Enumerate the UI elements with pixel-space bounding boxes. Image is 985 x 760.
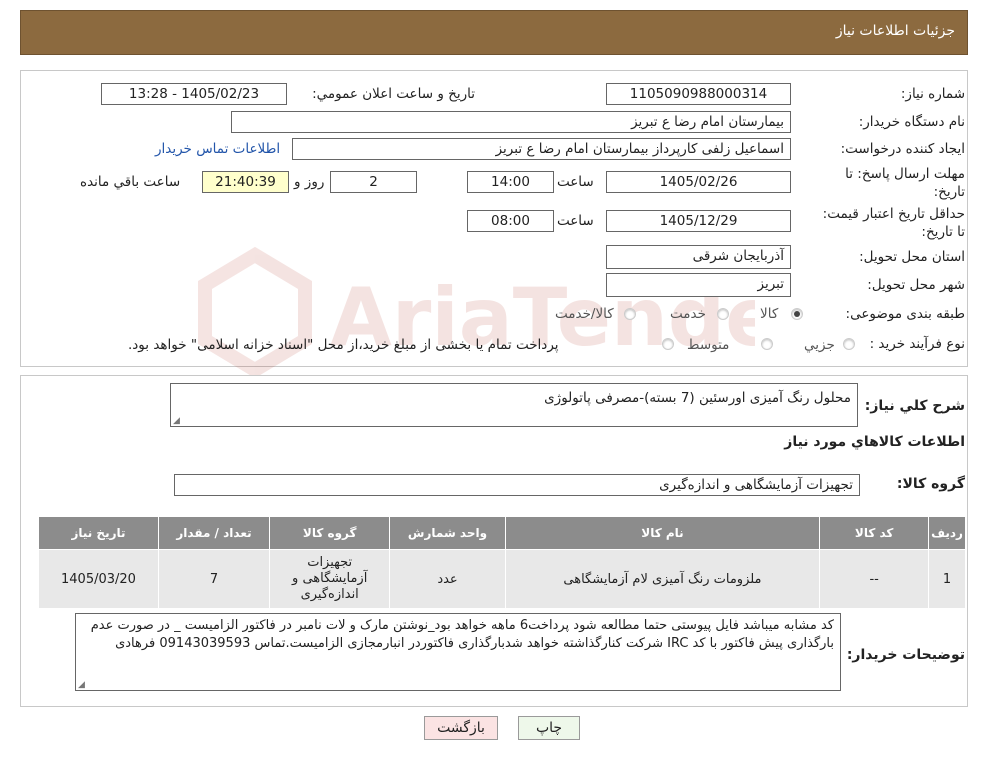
cell-date: 1405/03/20 — [38, 549, 159, 609]
buyer-notes-label: توضیحات خریدار: — [846, 647, 965, 663]
validity-label: حداقل تاریخ اعتبار قیمت: تا تاریخ: — [822, 206, 965, 240]
province-label: استان محل تحویل: — [859, 249, 965, 265]
category-radio-goods-service[interactable] — [624, 308, 636, 320]
col-group: گروه کالا — [269, 516, 391, 550]
cell-qty: 7 — [157, 549, 271, 609]
need-number-label: شماره نیاز: — [900, 86, 965, 102]
process-note: پرداخت تمام یا بخشی از مبلغ خرید،از محل … — [128, 337, 559, 353]
process-option-medium: متوسط — [687, 337, 730, 353]
table-header-row: ردیف کد کالا نام کالا واحد شمارش گروه کا… — [38, 516, 966, 550]
process-checkbox-treasury[interactable] — [662, 338, 674, 350]
page-title: جزئیات اطلاعات نیاز — [835, 23, 955, 39]
creator-label: ایجاد کننده درخواست: — [840, 141, 965, 157]
validity-time-label: ساعت — [557, 213, 594, 229]
goods-table: ردیف کد کالا نام کالا واحد شمارش گروه کا… — [38, 516, 966, 609]
col-date: تاریخ نیاز — [38, 516, 159, 550]
page-header: جزئیات اطلاعات نیاز — [20, 10, 968, 55]
col-row: ردیف — [928, 516, 966, 550]
category-option-goods: کالا — [760, 306, 779, 322]
creator-field: اسماعیل زلفی کارپرداز بیمارستان امام رضا… — [292, 138, 791, 160]
col-name: نام کالا — [504, 516, 821, 550]
announce-field: 1405/02/23 - 13:28 — [101, 83, 287, 105]
buyer-contact-link[interactable]: اطلاعات تماس خریدار — [155, 141, 280, 157]
days-label: روز و — [294, 174, 325, 190]
cell-group: تجهیزات آزمایشگاهی و اندازه‌گیری — [269, 549, 391, 609]
buyer-org-field: بیمارستان امام رضا ع تبریز — [231, 111, 791, 133]
notes-resize-handle-icon[interactable]: ◢ — [78, 680, 85, 690]
table-row: 1 -- ملزومات رنگ آمیزی لام آزمایشگاهی عد… — [38, 549, 966, 609]
deadline-label: مهلت ارسال پاسخ: تا تاریخ: — [845, 166, 965, 200]
description-label: شرح کلي نیاز: — [864, 398, 965, 414]
process-radio-medium[interactable] — [761, 338, 773, 350]
city-field: تبریز — [606, 273, 791, 297]
category-option-goods-service: کالا/خدمت — [555, 306, 614, 322]
validity-date-field: 1405/12/29 — [606, 210, 791, 232]
description-field: محلول رنگ آمیزی اورسئین (7 بسته)-مصرفی پ… — [170, 383, 858, 427]
col-qty: تعداد / مقدار — [157, 516, 271, 550]
process-option-partial: جزیي — [804, 337, 835, 353]
validity-time-field: 08:00 — [467, 210, 554, 232]
cell-code: -- — [819, 549, 930, 609]
process-radio-partial[interactable] — [843, 338, 855, 350]
back-button[interactable]: بازگشت — [424, 716, 498, 740]
goods-info-title: اطلاعات کالاهاي مورد نیاز — [784, 434, 965, 450]
buyer-notes-field: کد مشابه میباشد فایل پیوستی حتما مطالعه … — [75, 613, 841, 691]
description-text: محلول رنگ آمیزی اورسئین (7 بسته)-مصرفی پ… — [544, 390, 851, 406]
category-label: طبقه بندی موضوعی: — [845, 306, 965, 322]
deadline-time-label: ساعت — [557, 174, 594, 190]
goods-group-field: تجهیزات آزمایشگاهی و اندازه‌گیری — [174, 474, 860, 496]
print-button[interactable]: چاپ — [518, 716, 580, 740]
remaining-label: ساعت باقي مانده — [80, 174, 181, 190]
remaining-time-field: 21:40:39 — [202, 171, 289, 193]
province-field: آذربایجان شرقی — [606, 245, 791, 269]
buyer-notes-text: کد مشابه میباشد فایل پیوستی حتما مطالعه … — [90, 618, 834, 651]
deadline-time-field: 14:00 — [467, 171, 554, 193]
category-option-service: خدمت — [670, 306, 706, 322]
city-label: شهر محل تحویل: — [867, 277, 965, 293]
need-number-field: 1105090988000314 — [606, 83, 791, 105]
process-label: نوع فرآیند خرید : — [869, 336, 965, 352]
category-radio-service[interactable] — [717, 308, 729, 320]
col-code: کد کالا — [819, 516, 930, 550]
category-radio-goods[interactable] — [791, 308, 803, 320]
deadline-date-field: 1405/02/26 — [606, 171, 791, 193]
announce-label: تاریخ و ساعت اعلان عمومي: — [312, 86, 475, 102]
cell-row: 1 — [928, 549, 966, 609]
days-field: 2 — [330, 171, 417, 193]
goods-group-label: گروه کالا: — [896, 476, 965, 492]
buyer-org-label: نام دستگاه خریدار: — [858, 114, 965, 130]
col-unit: واحد شمارش — [389, 516, 506, 550]
resize-handle-icon[interactable]: ◢ — [173, 416, 180, 426]
cell-name: ملزومات رنگ آمیزی لام آزمایشگاهی — [504, 549, 821, 609]
cell-unit: عدد — [389, 549, 506, 609]
